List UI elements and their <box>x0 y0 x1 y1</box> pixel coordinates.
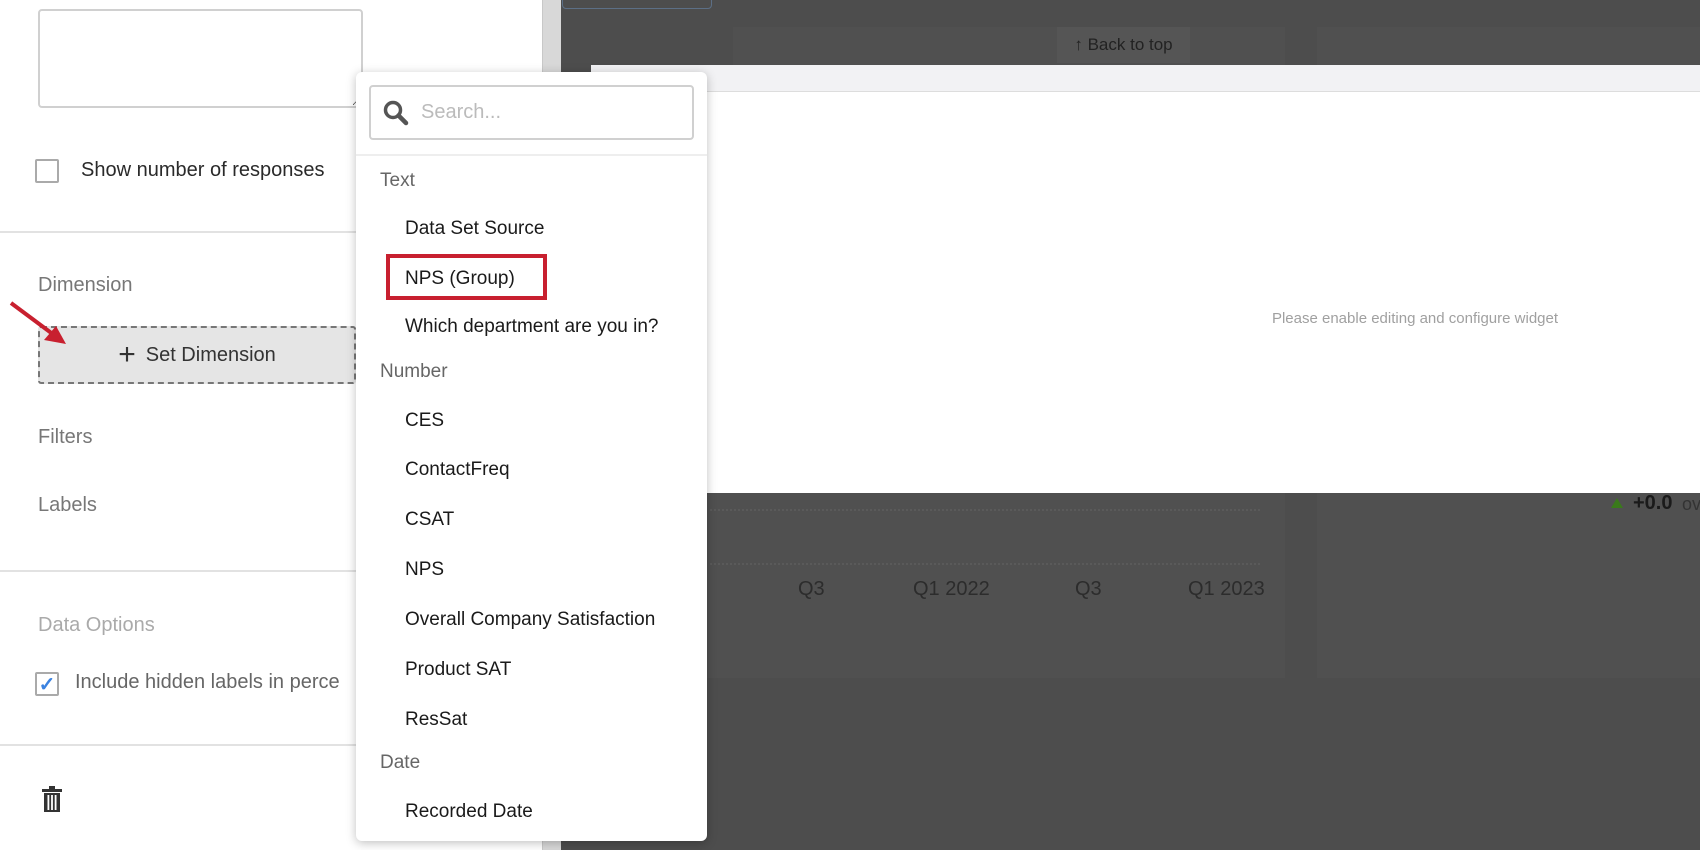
include-hidden-label: Include hidden labels in perce <box>75 671 340 693</box>
show-responses-checkbox[interactable] <box>35 159 59 183</box>
gridline <box>710 563 1260 565</box>
option-ces[interactable]: CES <box>405 410 444 432</box>
set-dimension-button[interactable]: + Set Dimension <box>38 326 356 384</box>
axis-tick-label: Q1 2022 <box>913 578 990 600</box>
option-recorded-date[interactable]: Recorded Date <box>405 801 533 823</box>
axis-tick-label: Q1 2023 <box>1188 578 1265 600</box>
bg-kpi-card <box>1317 493 1700 678</box>
trash-icon[interactable] <box>41 786 63 812</box>
back-to-top-link[interactable]: ↑ Back to top <box>1057 27 1190 63</box>
axis-tick-label: Q3 <box>1075 578 1102 600</box>
widget-header <box>591 65 1700 92</box>
top-button-outline <box>562 0 712 9</box>
data-options-label: Data Options <box>38 614 155 636</box>
option-overall-company-satisfaction[interactable]: Overall Company Satisfaction <box>405 609 655 631</box>
group-header-text: Text <box>380 170 415 191</box>
dimension-label: Dimension <box>38 274 133 296</box>
divider <box>356 154 707 156</box>
highlight-box <box>386 254 547 300</box>
search-icon <box>383 100 409 125</box>
group-header-date: Date <box>380 752 421 773</box>
plus-icon: + <box>118 338 136 371</box>
axis-tick-label: Q3 <box>798 578 825 600</box>
delta-value: +0.0 <box>1633 492 1673 514</box>
option-nps[interactable]: NPS <box>405 559 444 581</box>
dimension-dropdown: Text Data Set Source NPS (Group) Which d… <box>356 72 707 841</box>
option-csat[interactable]: CSAT <box>405 509 454 531</box>
search-input[interactable] <box>421 101 661 124</box>
option-contactfreq[interactable]: ContactFreq <box>405 459 510 481</box>
option-product-sat[interactable]: Product SAT <box>405 659 511 681</box>
search-field[interactable] <box>369 85 694 140</box>
widget-placeholder: Please enable editing and configure widg… <box>1271 310 1559 327</box>
group-header-number: Number <box>380 361 448 382</box>
option-data-set-source[interactable]: Data Set Source <box>405 218 544 240</box>
option-department[interactable]: Which department are you in? <box>405 316 658 338</box>
filters-label[interactable]: Filters <box>38 426 92 449</box>
annotation-arrow-icon <box>9 301 66 344</box>
labels-label[interactable]: Labels <box>38 494 97 517</box>
bg-card <box>733 27 1285 67</box>
option-ressat[interactable]: ResSat <box>405 709 467 731</box>
show-responses-label: Show number of responses <box>81 159 325 181</box>
gridline <box>710 509 1260 511</box>
set-dimension-label: Set Dimension <box>145 343 276 366</box>
include-hidden-checkbox[interactable]: ✓ <box>35 672 59 696</box>
description-textarea[interactable] <box>38 9 363 108</box>
bg-card <box>1317 27 1700 67</box>
delta-suffix: ov <box>1682 494 1700 514</box>
widget-preview: Please enable editing and configure widg… <box>591 65 1700 493</box>
delta-up-icon <box>1611 498 1623 508</box>
